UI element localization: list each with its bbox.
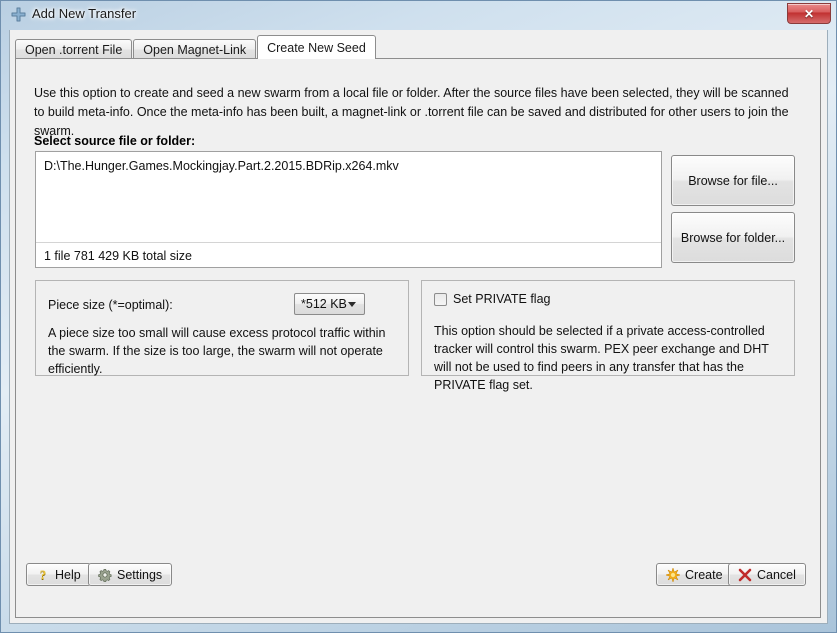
browse-for-folder-label: Browse for folder... bbox=[680, 230, 786, 245]
browse-for-file-label: Browse for file... bbox=[688, 173, 778, 188]
tab-open-torrent-file[interactable]: Open .torrent File bbox=[15, 39, 133, 59]
close-icon: ✕ bbox=[803, 6, 815, 21]
starburst-icon bbox=[666, 567, 680, 582]
create-button[interactable]: Create bbox=[656, 563, 733, 586]
plus-icon bbox=[11, 7, 26, 22]
tab-create-new-seed[interactable]: Create New Seed bbox=[257, 35, 376, 59]
file-list-separator bbox=[36, 242, 661, 243]
settings-button[interactable]: Settings bbox=[88, 563, 173, 586]
question-mark-icon: ? bbox=[39, 567, 47, 582]
window-title: Add New Transfer bbox=[32, 6, 137, 21]
intro-description: Use this option to create and seed a new… bbox=[34, 86, 789, 138]
piece-size-dropdown[interactable]: *512 KB bbox=[294, 293, 365, 315]
piece-size-group: Piece size (*=optimal): *512 KB A piece … bbox=[35, 280, 409, 376]
private-flag-description: This option should be selected if a priv… bbox=[434, 324, 769, 392]
tab-open-magnet-link[interactable]: Open Magnet-Link bbox=[133, 39, 257, 59]
tab-label: Open .torrent File bbox=[25, 42, 123, 57]
browse-for-file-button[interactable]: Browse for file... bbox=[671, 155, 795, 206]
source-file-path: D:\The.Hunger.Games.Mockingjay.Part.2.20… bbox=[44, 159, 399, 173]
private-flag-group: Set PRIVATE flag This option should be s… bbox=[421, 280, 795, 392]
dialog-window: Add New Transfer ✕ Open .torrent File Op… bbox=[0, 0, 837, 633]
piece-size-label: Piece size (*=optimal): bbox=[48, 298, 173, 312]
client-area: Open .torrent File Open Magnet-Link Crea… bbox=[9, 30, 828, 624]
file-total-status: 1 file 781 429 KB total size bbox=[44, 249, 193, 263]
piece-size-description: A piece size too small will cause excess… bbox=[48, 326, 386, 376]
checkbox-box-icon bbox=[434, 292, 447, 306]
close-button[interactable]: ✕ bbox=[787, 3, 831, 24]
cancel-label: Cancel bbox=[757, 567, 796, 582]
set-private-flag-label: Set PRIVATE flag bbox=[453, 292, 551, 306]
set-private-flag-checkbox[interactable]: Set PRIVATE flag bbox=[434, 292, 551, 306]
tab-label: Open Magnet-Link bbox=[143, 42, 247, 57]
source-file-list[interactable]: D:\The.Hunger.Games.Mockingjay.Part.2.20… bbox=[35, 151, 662, 268]
gear-icon bbox=[98, 568, 112, 582]
cancel-button[interactable]: Cancel bbox=[728, 563, 806, 586]
source-section-label: Select source file or folder: bbox=[34, 134, 196, 148]
help-button[interactable]: ? Help bbox=[26, 563, 91, 586]
settings-label: Settings bbox=[117, 567, 163, 582]
piece-size-value: *512 KB bbox=[301, 297, 347, 311]
create-label: Create bbox=[685, 567, 723, 582]
chevron-down-icon bbox=[348, 301, 356, 307]
tab-strip: Open .torrent File Open Magnet-Link Crea… bbox=[15, 35, 377, 59]
title-bar: Add New Transfer ✕ bbox=[0, 0, 837, 30]
browse-for-folder-button[interactable]: Browse for folder... bbox=[671, 212, 795, 263]
help-label: Help bbox=[55, 567, 81, 582]
tab-label: Create New Seed bbox=[267, 40, 366, 55]
x-icon bbox=[738, 568, 752, 582]
